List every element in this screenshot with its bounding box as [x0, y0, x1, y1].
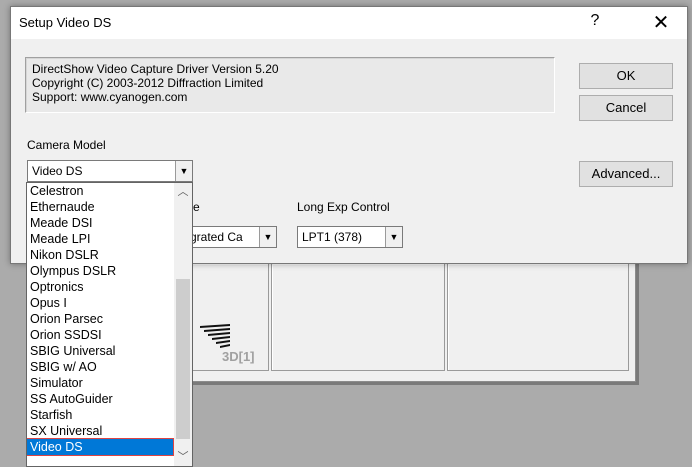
camera-model-select[interactable]: Video DS ▼: [27, 160, 193, 182]
camera-model-label: Camera Model: [27, 138, 106, 152]
long-exp-control-select[interactable]: LPT1 (378) ▼: [297, 226, 403, 248]
grabber-value: grated Ca: [190, 230, 243, 244]
ok-button[interactable]: OK: [579, 63, 673, 89]
camera-option[interactable]: Celestron: [27, 183, 173, 199]
camera-option[interactable]: Meade LPI: [27, 231, 173, 247]
chevron-down-icon[interactable]: ▼: [259, 227, 276, 247]
chevron-down-icon[interactable]: ▼: [175, 161, 192, 181]
copyright-text: Copyright (C) 2003-2012 Diffraction Limi…: [32, 76, 264, 90]
camera-model-options: Celestron Ethernaude Meade DSI Meade LPI Nik…: [27, 183, 174, 456]
long-exp-control-label: Long Exp Control: [297, 200, 390, 214]
driver-version-text: DirectShow Video Capture Driver Version …: [32, 62, 279, 76]
camera-option[interactable]: Orion SSDSI: [27, 327, 173, 343]
camera-option[interactable]: Starfish: [27, 407, 173, 423]
camera-option[interactable]: Optronics: [27, 279, 173, 295]
camera-model-value: Video DS: [32, 164, 83, 178]
title-bar: Setup Video DS ? ✕: [11, 7, 687, 39]
camera-option[interactable]: Nikon DSLR: [27, 247, 173, 263]
camera-option[interactable]: Olympus DSLR: [27, 263, 173, 279]
camera-option[interactable]: SX Universal: [27, 423, 173, 439]
scrollbar-thumb[interactable]: [176, 279, 190, 439]
camera-option[interactable]: Simulator: [27, 375, 173, 391]
camera-option[interactable]: Video DS: [27, 438, 174, 456]
driver-info-box: DirectShow Video Capture Driver Version …: [25, 57, 555, 113]
camera-option[interactable]: SBIG w/ AO: [27, 359, 173, 375]
help-button[interactable]: ?: [585, 12, 605, 34]
camera-option[interactable]: SBIG Universal: [27, 343, 173, 359]
dropdown-scrollbar[interactable]: ︿ ﹀: [174, 183, 192, 466]
background-panel-left: 3D[1]: [191, 263, 269, 371]
camera-option[interactable]: Ethernaude: [27, 199, 173, 215]
chevron-up-icon[interactable]: ︿: [174, 183, 192, 201]
chevron-down-icon[interactable]: ﹀: [174, 448, 192, 466]
camera-option[interactable]: SS AutoGuider: [27, 391, 173, 407]
support-text: Support: www.cyanogen.com: [32, 90, 188, 104]
background-panel-right: [447, 263, 629, 371]
panel-3d-label: 3D[1]: [222, 349, 255, 364]
camera-option[interactable]: Opus I: [27, 295, 173, 311]
stripes-graphic: [200, 324, 230, 348]
camera-option[interactable]: Orion Parsec: [27, 311, 173, 327]
chevron-down-icon[interactable]: ▼: [385, 227, 402, 247]
advanced-button[interactable]: Advanced...: [579, 161, 673, 187]
long-exp-control-value: LPT1 (378): [302, 230, 363, 244]
camera-option[interactable]: Meade DSI: [27, 215, 173, 231]
cancel-button[interactable]: Cancel: [579, 95, 673, 121]
background-panel-middle: [271, 263, 445, 371]
dialog-title: Setup Video DS: [19, 15, 112, 30]
camera-model-dropdown-list[interactable]: Celestron Ethernaude Meade DSI Meade LPI Nik…: [26, 182, 193, 467]
close-button[interactable]: ✕: [643, 9, 679, 37]
